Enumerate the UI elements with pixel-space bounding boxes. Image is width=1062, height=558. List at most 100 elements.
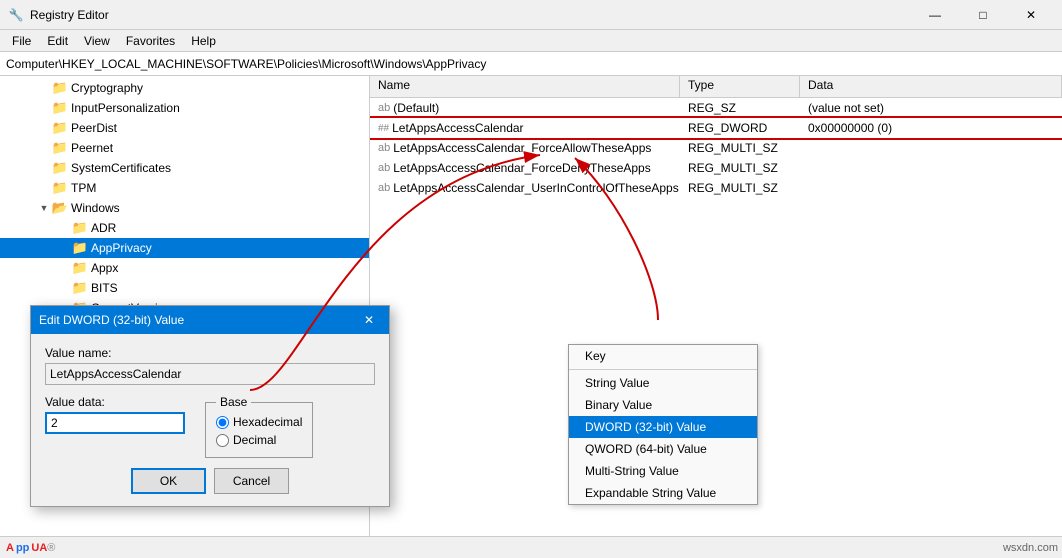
logo-text: A (6, 542, 14, 554)
radio-hex[interactable]: Hexadecimal (216, 415, 302, 429)
expand-icon (56, 280, 72, 296)
registry-row-forceallow[interactable]: ab LetAppsAccessCalendar_ForceAllowThese… (370, 138, 1062, 158)
radio-dec[interactable]: Decimal (216, 433, 302, 447)
app-icon: 🔧 (8, 7, 24, 23)
cancel-button[interactable]: Cancel (214, 468, 289, 494)
context-menu-item-binary[interactable]: Binary Value (569, 394, 757, 416)
tree-item-appx[interactable]: 📁 Appx (0, 258, 369, 278)
expand-icon (56, 240, 72, 256)
registry-row-letapps[interactable]: ## LetAppsAccessCalendar REG_DWORD 0x000… (370, 118, 1062, 138)
tree-item-peerdist[interactable]: 📁 PeerDist (0, 118, 369, 138)
minimize-button[interactable]: — (912, 0, 958, 30)
menu-favorites[interactable]: Favorites (118, 32, 183, 50)
menu-help[interactable]: Help (183, 32, 224, 50)
registry-row-default[interactable]: ab (Default) REG_SZ (value not set) (370, 98, 1062, 118)
maximize-button[interactable]: □ (960, 0, 1006, 30)
cell-type: REG_SZ (680, 100, 800, 116)
expand-icon (36, 140, 52, 156)
menu-file[interactable]: File (4, 32, 39, 50)
tree-item-appprivacy[interactable]: 📁 AppPrivacy (0, 238, 369, 258)
context-menu-item-qword[interactable]: QWORD (64-bit) Value (569, 438, 757, 460)
watermark: wsxdn.com (1003, 542, 1058, 554)
dialog-title: Edit DWORD (32-bit) Value (39, 313, 357, 327)
dialog-title-bar: Edit DWORD (32-bit) Value ✕ (31, 306, 389, 334)
address-path: Computer\HKEY_LOCAL_MACHINE\SOFTWARE\Pol… (6, 57, 486, 71)
menu-bar: File Edit View Favorites Help (0, 30, 1062, 52)
folder-icon-open: 📂 (52, 200, 68, 216)
radio-dec-input[interactable] (216, 434, 229, 447)
tree-label: SystemCertificates (71, 161, 171, 175)
tree-label: PeerDist (71, 121, 117, 135)
registry-row-forcedeny[interactable]: ab LetAppsAccessCalendar_ForceDenyTheseA… (370, 158, 1062, 178)
cell-type: REG_DWORD (680, 120, 800, 136)
expand-icon (56, 260, 72, 276)
cell-data (800, 147, 1062, 149)
tree-item-systemcertificates[interactable]: 📁 SystemCertificates (0, 158, 369, 178)
expand-icon (36, 120, 52, 136)
value-data-input[interactable] (45, 412, 185, 434)
context-menu-item-multistring[interactable]: Multi-String Value (569, 460, 757, 482)
reg-icon: ab (378, 142, 390, 154)
tree-label: Appx (91, 261, 118, 275)
value-name-field: Value name: (45, 346, 375, 385)
context-menu-item-key[interactable]: Key (569, 345, 757, 367)
cell-name: ab LetAppsAccessCalendar_ForceAllowThese… (370, 140, 680, 156)
value-name-input[interactable] (45, 363, 375, 385)
logo-reg: ® (47, 542, 55, 554)
cell-name: ab LetAppsAccessCalendar_UserInControlOf… (370, 180, 680, 196)
tree-label: TPM (71, 181, 96, 195)
tree-item-bits[interactable]: 📁 BITS (0, 278, 369, 298)
menu-view[interactable]: View (76, 32, 118, 50)
value-data-label: Value data: (45, 395, 185, 409)
folder-icon: 📁 (72, 240, 88, 256)
tree-item-adr[interactable]: 📁 ADR (0, 218, 369, 238)
edit-dword-dialog: Edit DWORD (32-bit) Value ✕ Value name: … (30, 305, 390, 507)
tree-item-peernet[interactable]: 📁 Peernet (0, 138, 369, 158)
dialog-close-button[interactable]: ✕ (357, 308, 381, 332)
expand-icon (36, 180, 52, 196)
status-bar: A pp UA ® (0, 536, 1062, 558)
close-button[interactable]: ✕ (1008, 0, 1054, 30)
right-panel: Name Type Data ab (Default) REG_SZ (valu… (370, 76, 1062, 558)
folder-icon: 📁 (72, 280, 88, 296)
folder-icon: 📁 (72, 220, 88, 236)
tree-item-tpm[interactable]: 📁 TPM (0, 178, 369, 198)
tree-item-windows[interactable]: ▼ 📂 Windows (0, 198, 369, 218)
cell-type: REG_MULTI_SZ (680, 180, 800, 196)
tree-label: BITS (91, 281, 118, 295)
tree-label: AppPrivacy (91, 241, 152, 255)
logo-text-2: pp (16, 542, 29, 554)
registry-row-userincontrol[interactable]: ab LetAppsAccessCalendar_UserInControlOf… (370, 178, 1062, 198)
expand-icon (36, 100, 52, 116)
folder-icon: 📁 (52, 160, 68, 176)
tree-label: Cryptography (71, 81, 143, 95)
dialog-buttons: OK Cancel (45, 468, 375, 494)
column-headers: Name Type Data (370, 76, 1062, 98)
context-menu-item-expandable[interactable]: Expandable String Value (569, 482, 757, 504)
radio-hex-input[interactable] (216, 416, 229, 429)
tree-item-cryptography[interactable]: 📁 Cryptography (0, 78, 369, 98)
menu-edit[interactable]: Edit (39, 32, 76, 50)
context-menu-item-string[interactable]: String Value (569, 372, 757, 394)
folder-icon: 📁 (52, 180, 68, 196)
tree-label: InputPersonalization (71, 101, 180, 115)
base-legend: Base (216, 395, 251, 409)
folder-icon: 📁 (72, 260, 88, 276)
logo-text-3: UA (31, 542, 47, 554)
expand-icon (56, 220, 72, 236)
title-bar: 🔧 Registry Editor — □ ✕ (0, 0, 1062, 30)
expand-icon (36, 80, 52, 96)
context-menu-item-dword[interactable]: DWORD (32-bit) Value (569, 416, 757, 438)
value-data-field: Value data: (45, 395, 185, 434)
cell-name: ab (Default) (370, 100, 680, 116)
cell-name: ## LetAppsAccessCalendar (370, 120, 680, 136)
folder-icon: 📁 (52, 120, 68, 136)
reg-icon: ab (378, 102, 390, 114)
cell-type: REG_MULTI_SZ (680, 160, 800, 176)
tree-item-inputpersonalization[interactable]: 📁 InputPersonalization (0, 98, 369, 118)
context-submenu: Key String Value Binary Value DWORD (32-… (568, 344, 758, 505)
radio-hex-label: Hexadecimal (233, 415, 302, 429)
address-bar: Computer\HKEY_LOCAL_MACHINE\SOFTWARE\Pol… (0, 52, 1062, 76)
value-name-label: Value name: (45, 346, 375, 360)
ok-button[interactable]: OK (131, 468, 206, 494)
